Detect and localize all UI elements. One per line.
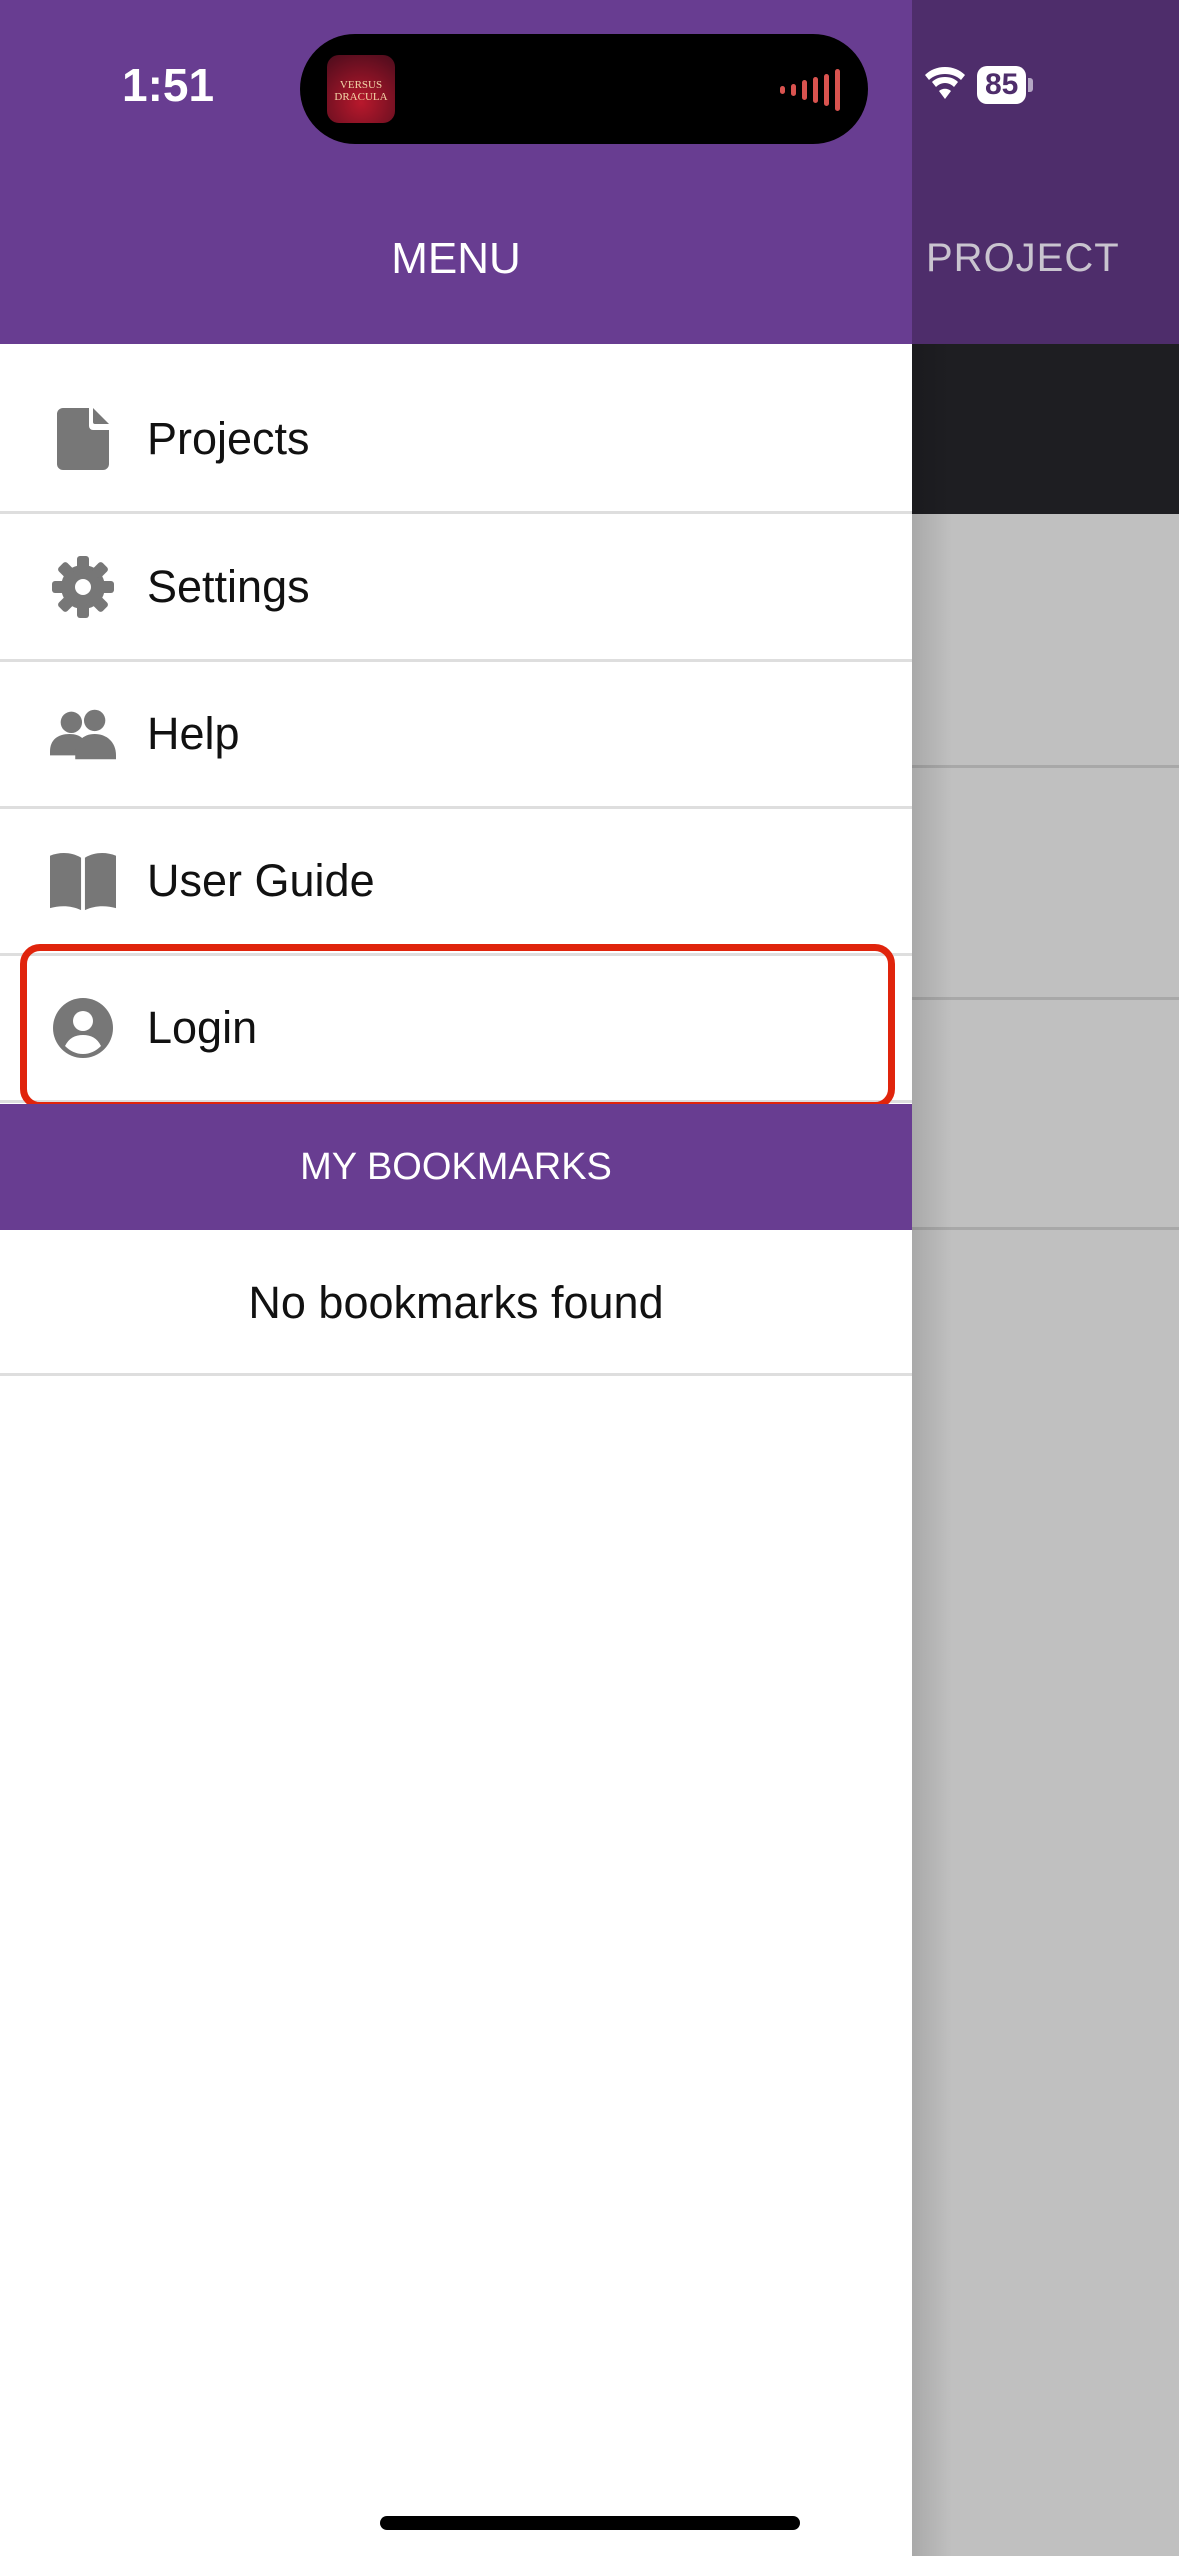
background-title: PROJECT xyxy=(926,236,1120,280)
menu-item-label: Projects xyxy=(147,413,310,464)
background-header xyxy=(912,0,1179,344)
book-icon xyxy=(50,848,116,914)
wifi-icon xyxy=(925,66,965,104)
bookmarks-header: MY BOOKMARKS xyxy=(0,1104,912,1230)
battery-icon xyxy=(1028,78,1034,92)
background-toolbar xyxy=(912,344,1179,514)
status-time: 1:51 xyxy=(122,59,215,111)
home-indicator[interactable] xyxy=(380,2516,800,2530)
gear-icon xyxy=(50,554,116,620)
status-indicators: 85 xyxy=(925,66,1034,104)
dynamic-island[interactable]: VERSUS DRACULA xyxy=(300,34,868,144)
users-icon xyxy=(50,701,116,767)
menu-item-settings[interactable]: Settings xyxy=(0,515,912,662)
divider xyxy=(912,765,1179,768)
user-circle-icon xyxy=(50,995,116,1061)
bookmarks-empty-message: No bookmarks found xyxy=(0,1230,912,1376)
menu-item-label: Help xyxy=(147,708,240,759)
drawer-shadow[interactable] xyxy=(912,344,952,2556)
divider xyxy=(912,1227,1179,1230)
menu-item-label: User Guide xyxy=(147,855,375,906)
drawer-title: MENU xyxy=(391,234,521,283)
menu-item-help[interactable]: Help xyxy=(0,662,912,809)
side-drawer: MENU Projects Settings Help User Guide L… xyxy=(0,0,912,2556)
menu-item-label: Settings xyxy=(147,561,310,612)
divider xyxy=(912,997,1179,1000)
file-icon xyxy=(50,406,116,472)
menu-item-login[interactable]: Login xyxy=(0,956,912,1103)
menu-item-projects[interactable]: Projects xyxy=(0,367,912,514)
menu-item-label: Login xyxy=(147,1002,258,1053)
audio-wave-icon xyxy=(780,69,840,111)
live-activity-app-icon: VERSUS DRACULA xyxy=(327,55,395,123)
battery-level: 85 xyxy=(977,66,1027,104)
menu-item-user-guide[interactable]: User Guide xyxy=(0,809,912,956)
